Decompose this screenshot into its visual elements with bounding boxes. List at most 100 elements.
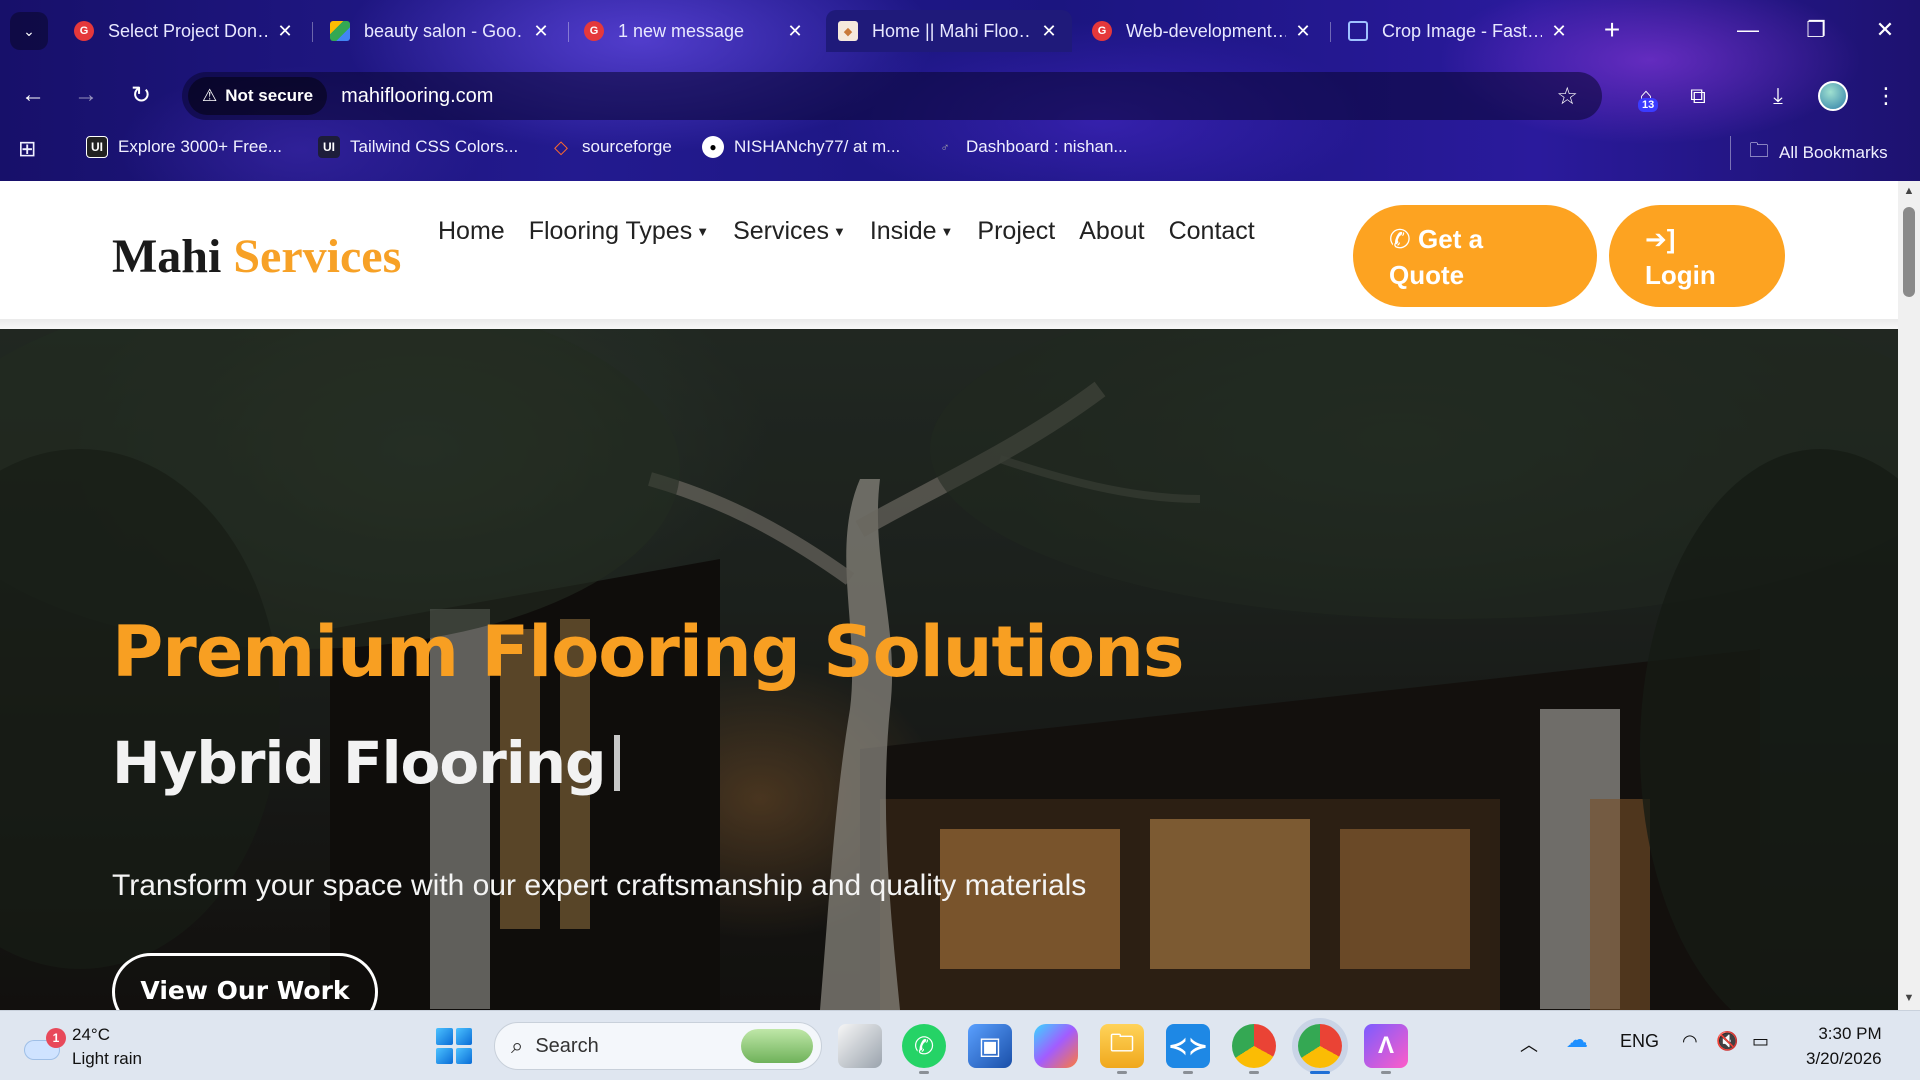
weather-widget[interactable]: 1 24°C Light rain bbox=[24, 1023, 142, 1071]
windows-start-icon[interactable] bbox=[436, 1028, 472, 1064]
chevron-down-icon: ⌄ bbox=[23, 22, 35, 39]
chrome-icon[interactable] bbox=[1232, 1024, 1276, 1074]
file-explorer-icon[interactable]: 🗀 bbox=[1100, 1024, 1144, 1074]
onedrive-cloud-icon[interactable]: ☁ bbox=[1566, 1027, 1588, 1053]
nav-home[interactable]: Home bbox=[426, 217, 517, 246]
restore-button[interactable]: ❐ bbox=[1781, 10, 1851, 50]
get-quote-button[interactable]: ✆ Get a Quote bbox=[1353, 205, 1597, 307]
tab-search-button[interactable]: ⌄ bbox=[10, 12, 48, 50]
view-our-work-button[interactable]: View Our Work bbox=[112, 953, 378, 1010]
tab-select-project[interactable]: G Select Project Don… ✕ bbox=[62, 10, 308, 52]
bookmark-github[interactable]: ● NISHANchy77/ at m... bbox=[702, 136, 900, 158]
extensions-puzzle-icon[interactable]: ⧉ bbox=[1680, 78, 1716, 114]
speaker-muted-icon[interactable]: 🔇 bbox=[1716, 1031, 1738, 1052]
bookmarks-bar: ⊞ UI Explore 3000+ Free... UI Tailwind C… bbox=[0, 128, 1920, 172]
hero-subtitle-text: Hybrid Flooring bbox=[112, 729, 607, 797]
download-icon[interactable]: ⤓ bbox=[1760, 78, 1796, 114]
nav-services[interactable]: Services ▼ bbox=[721, 217, 858, 246]
nav-label: Contact bbox=[1168, 217, 1255, 245]
arrow-right-icon: → bbox=[74, 81, 98, 108]
warning-icon: ⚠ bbox=[202, 86, 218, 105]
nav-label: Home bbox=[438, 217, 505, 245]
close-icon[interactable]: ✕ bbox=[1038, 21, 1060, 42]
language-indicator[interactable]: ENG bbox=[1620, 1031, 1659, 1052]
new-tab-button[interactable]: + bbox=[1594, 12, 1630, 48]
hero-section: Premium Flooring Solutions Hybrid Floori… bbox=[0, 329, 1898, 1010]
tab-favicon-icon: G bbox=[74, 21, 94, 41]
restore-icon: ❐ bbox=[1806, 17, 1826, 42]
nav-about[interactable]: About bbox=[1067, 217, 1156, 246]
nav-flooring-types[interactable]: Flooring Types ▼ bbox=[517, 217, 721, 246]
taskbar-search[interactable]: ⌕ Search bbox=[494, 1022, 822, 1070]
tab-new-message[interactable]: G 1 new message ✕ bbox=[572, 10, 818, 52]
bookmark-label: sourceforge bbox=[582, 137, 672, 156]
bookmark-dashboard[interactable]: ♂ Dashboard : nishan... bbox=[934, 136, 1128, 158]
copilot-icon[interactable] bbox=[1034, 1024, 1078, 1068]
menu-kebab-icon[interactable]: ⋮ bbox=[1868, 78, 1904, 114]
site-info-button[interactable]: ⚠ Not secure bbox=[188, 77, 328, 115]
close-icon[interactable]: ✕ bbox=[1292, 21, 1314, 42]
bookmark-sourceforge[interactable]: ◇ sourceforge bbox=[550, 136, 672, 158]
browser-chrome: ⌄ G Select Project Don… ✕ beauty salon -… bbox=[0, 0, 1920, 181]
show-hidden-icons-chevron-icon[interactable]: ︿ bbox=[1520, 1031, 1538, 1057]
tab-divider bbox=[312, 22, 313, 42]
apps-grid-icon[interactable]: ⊞ bbox=[18, 136, 36, 162]
crop-icon bbox=[1348, 21, 1368, 41]
bookmark-tailwind[interactable]: UI Tailwind CSS Colors... bbox=[318, 136, 518, 158]
url-text[interactable]: mahiflooring.com bbox=[341, 85, 493, 108]
close-icon[interactable]: ✕ bbox=[1548, 21, 1570, 42]
bookmark-favicon-icon: UI bbox=[318, 136, 340, 158]
reload-icon: ↻ bbox=[130, 81, 152, 109]
minimize-button[interactable]: — bbox=[1713, 10, 1783, 50]
nav-label: Services bbox=[733, 217, 829, 245]
reload-button[interactable]: ↻ bbox=[122, 76, 160, 114]
tab-mahi-flooring[interactable]: ◆ Home || Mahi Floo… ✕ bbox=[826, 10, 1072, 52]
close-icon[interactable]: ✕ bbox=[784, 21, 806, 42]
nav-label: About bbox=[1079, 217, 1145, 245]
remote-desktop-icon[interactable]: ▣ bbox=[968, 1024, 1012, 1068]
nav-inside[interactable]: Inside ▼ bbox=[858, 217, 966, 246]
header-divider bbox=[0, 319, 1898, 329]
forward-button[interactable]: → bbox=[67, 76, 105, 114]
wifi-icon[interactable]: ◠ bbox=[1682, 1031, 1698, 1052]
bookmark-star-icon[interactable]: ☆ bbox=[1556, 82, 1578, 111]
page-scrollbar[interactable]: ▲ ▼ bbox=[1898, 181, 1920, 1010]
close-window-button[interactable]: ✕ bbox=[1850, 10, 1920, 50]
nav-contact[interactable]: Contact bbox=[1157, 217, 1267, 246]
scroll-down-arrow-icon[interactable]: ▼ bbox=[1902, 992, 1916, 1006]
chrome-active-icon[interactable] bbox=[1298, 1024, 1342, 1074]
close-icon: ✕ bbox=[1875, 17, 1895, 42]
task-view-icon[interactable] bbox=[838, 1024, 882, 1068]
app-icon[interactable]: Λ bbox=[1364, 1024, 1408, 1074]
tab-divider bbox=[1330, 22, 1331, 42]
system-clock[interactable]: 3:30 PM 3/20/2026 bbox=[1806, 1021, 1882, 1071]
tab-divider bbox=[568, 22, 569, 42]
nav-label: Inside bbox=[869, 217, 937, 245]
close-icon[interactable]: ✕ bbox=[530, 21, 552, 42]
phone-icon: ✆ bbox=[1389, 224, 1411, 254]
hero-typed-subtitle: Hybrid Flooring bbox=[112, 729, 620, 797]
tab-beauty-salon[interactable]: beauty salon - Goo… ✕ bbox=[318, 10, 564, 52]
whatsapp-icon[interactable]: ✆ bbox=[902, 1024, 946, 1074]
plus-icon: + bbox=[1603, 14, 1621, 45]
site-header: Mahi Services Home Flooring Types ▼ Servi… bbox=[0, 181, 1898, 319]
back-button[interactable]: ← bbox=[14, 76, 52, 114]
profile-avatar[interactable] bbox=[1818, 81, 1848, 111]
tab-web-development[interactable]: G Web-development… ✕ bbox=[1080, 10, 1326, 52]
close-icon[interactable]: ✕ bbox=[274, 21, 296, 42]
address-bar[interactable]: ⚠ Not secure mahiflooring.com ☆ bbox=[182, 72, 1602, 120]
tab-title: 1 new message bbox=[618, 20, 745, 41]
browser-toolbar: ← → ↻ ⚠ Not secure mahiflooring.com ☆ ⌂ … bbox=[0, 68, 1920, 122]
vscode-icon[interactable]: ≺≻ bbox=[1166, 1024, 1210, 1074]
scroll-up-arrow-icon[interactable]: ▲ bbox=[1902, 185, 1916, 199]
caret-down-icon: ▼ bbox=[832, 224, 846, 239]
all-bookmarks-button[interactable]: 🗀 All Bookmarks bbox=[1730, 136, 1888, 170]
battery-icon[interactable]: ▭ bbox=[1752, 1031, 1769, 1052]
site-logo[interactable]: Mahi Services bbox=[112, 229, 401, 284]
bookmark-label: Explore 3000+ Free... bbox=[118, 137, 282, 156]
bookmark-explore[interactable]: UI Explore 3000+ Free... bbox=[86, 136, 282, 158]
tab-crop-image[interactable]: Crop Image - Fast… ✕ bbox=[1336, 10, 1582, 52]
scrollbar-thumb[interactable] bbox=[1903, 207, 1915, 297]
nav-project[interactable]: Project bbox=[965, 217, 1067, 246]
login-button[interactable]: ➔] Login bbox=[1609, 205, 1785, 307]
